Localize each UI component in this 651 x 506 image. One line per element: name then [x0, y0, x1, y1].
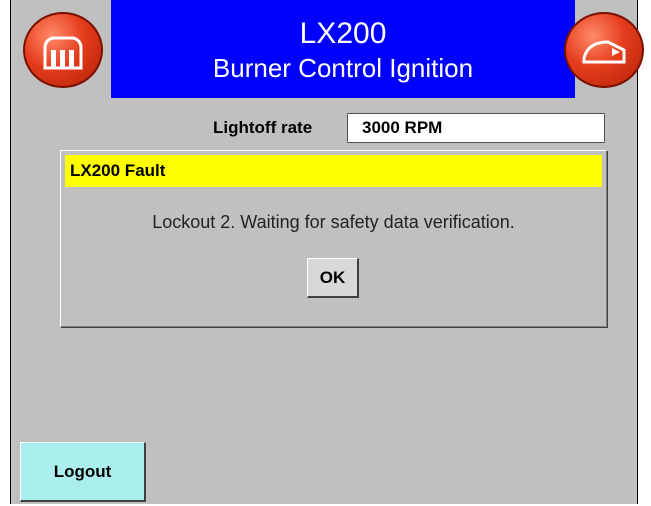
home-icon [43, 36, 83, 70]
lightoff-rate-field[interactable]: 3000 RPM [347, 113, 605, 143]
burner-icon [582, 40, 626, 64]
hmi-screen: LX200 Burner Control Ignition Lightoff r… [10, 0, 644, 504]
dialog-title: LX200 Fault [65, 155, 602, 187]
dialog-message: Lockout 2. Waiting for safety data verif… [152, 212, 515, 232]
logout-button[interactable]: Logout [20, 442, 146, 502]
fault-dialog: LX200 Fault Lockout 2. Waiting for safet… [60, 150, 607, 327]
header-bar: LX200 Burner Control Ignition [111, 0, 575, 98]
home-button[interactable] [23, 12, 103, 88]
ok-button[interactable]: OK [307, 258, 359, 298]
lightoff-rate-label: Lightoff rate [213, 118, 313, 137]
burner-button[interactable] [564, 12, 644, 88]
header-title: LX200 [299, 17, 387, 50]
header-subtitle: Burner Control Ignition [212, 53, 474, 83]
